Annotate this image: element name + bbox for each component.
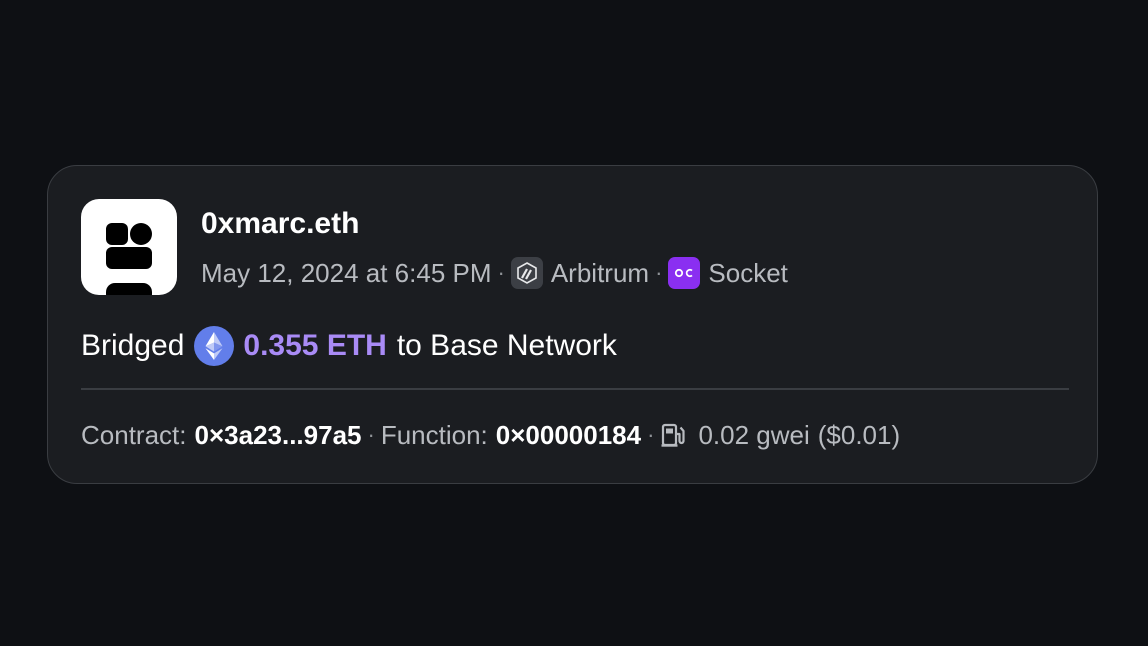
gas-amount: 0.02 gwei <box>698 419 810 450</box>
function-label: Function: <box>380 419 488 450</box>
ethereum-icon <box>194 326 235 366</box>
gas-usd: ($0.01) <box>817 419 901 450</box>
action-destination: to Base Network <box>396 329 617 362</box>
action-verb: Bridged <box>81 329 185 362</box>
divider <box>81 388 1069 390</box>
activity-date: May 12, 2024 at 6:45 PM <box>201 257 492 288</box>
protocol-label[interactable]: Socket <box>708 258 788 289</box>
activity-card: 0xmarc.eth May 12, 2024 at 6:45 PM · Arb… <box>47 165 1098 484</box>
activity-description: Bridged 0.355 ETH to Base Network <box>81 326 617 366</box>
separator-dot: · <box>655 260 663 285</box>
avatar[interactable] <box>81 199 177 295</box>
token-amount[interactable]: 0.355 ETH <box>243 329 386 363</box>
chain-label[interactable]: Arbitrum <box>551 258 649 289</box>
contract-label: Contract: <box>81 419 187 450</box>
avatar-glyph-icon <box>106 223 152 295</box>
separator-dot: · <box>367 422 375 447</box>
contract-address[interactable]: 0×3a23...97a5 <box>195 420 362 451</box>
activity-meta: May 12, 2024 at 6:45 PM · Arbitrum · Soc… <box>201 255 788 291</box>
user-name[interactable]: 0xmarc.eth <box>201 204 359 244</box>
arbitrum-icon <box>510 257 543 289</box>
transaction-details: Contract: 0×3a23...97a5 · Function: 0×00… <box>81 417 900 453</box>
gas-pump-icon <box>660 421 688 449</box>
separator-dot: · <box>647 422 655 447</box>
separator-dot: · <box>497 260 505 285</box>
function-selector[interactable]: 0×00000184 <box>496 420 641 451</box>
socket-icon <box>668 257 701 289</box>
